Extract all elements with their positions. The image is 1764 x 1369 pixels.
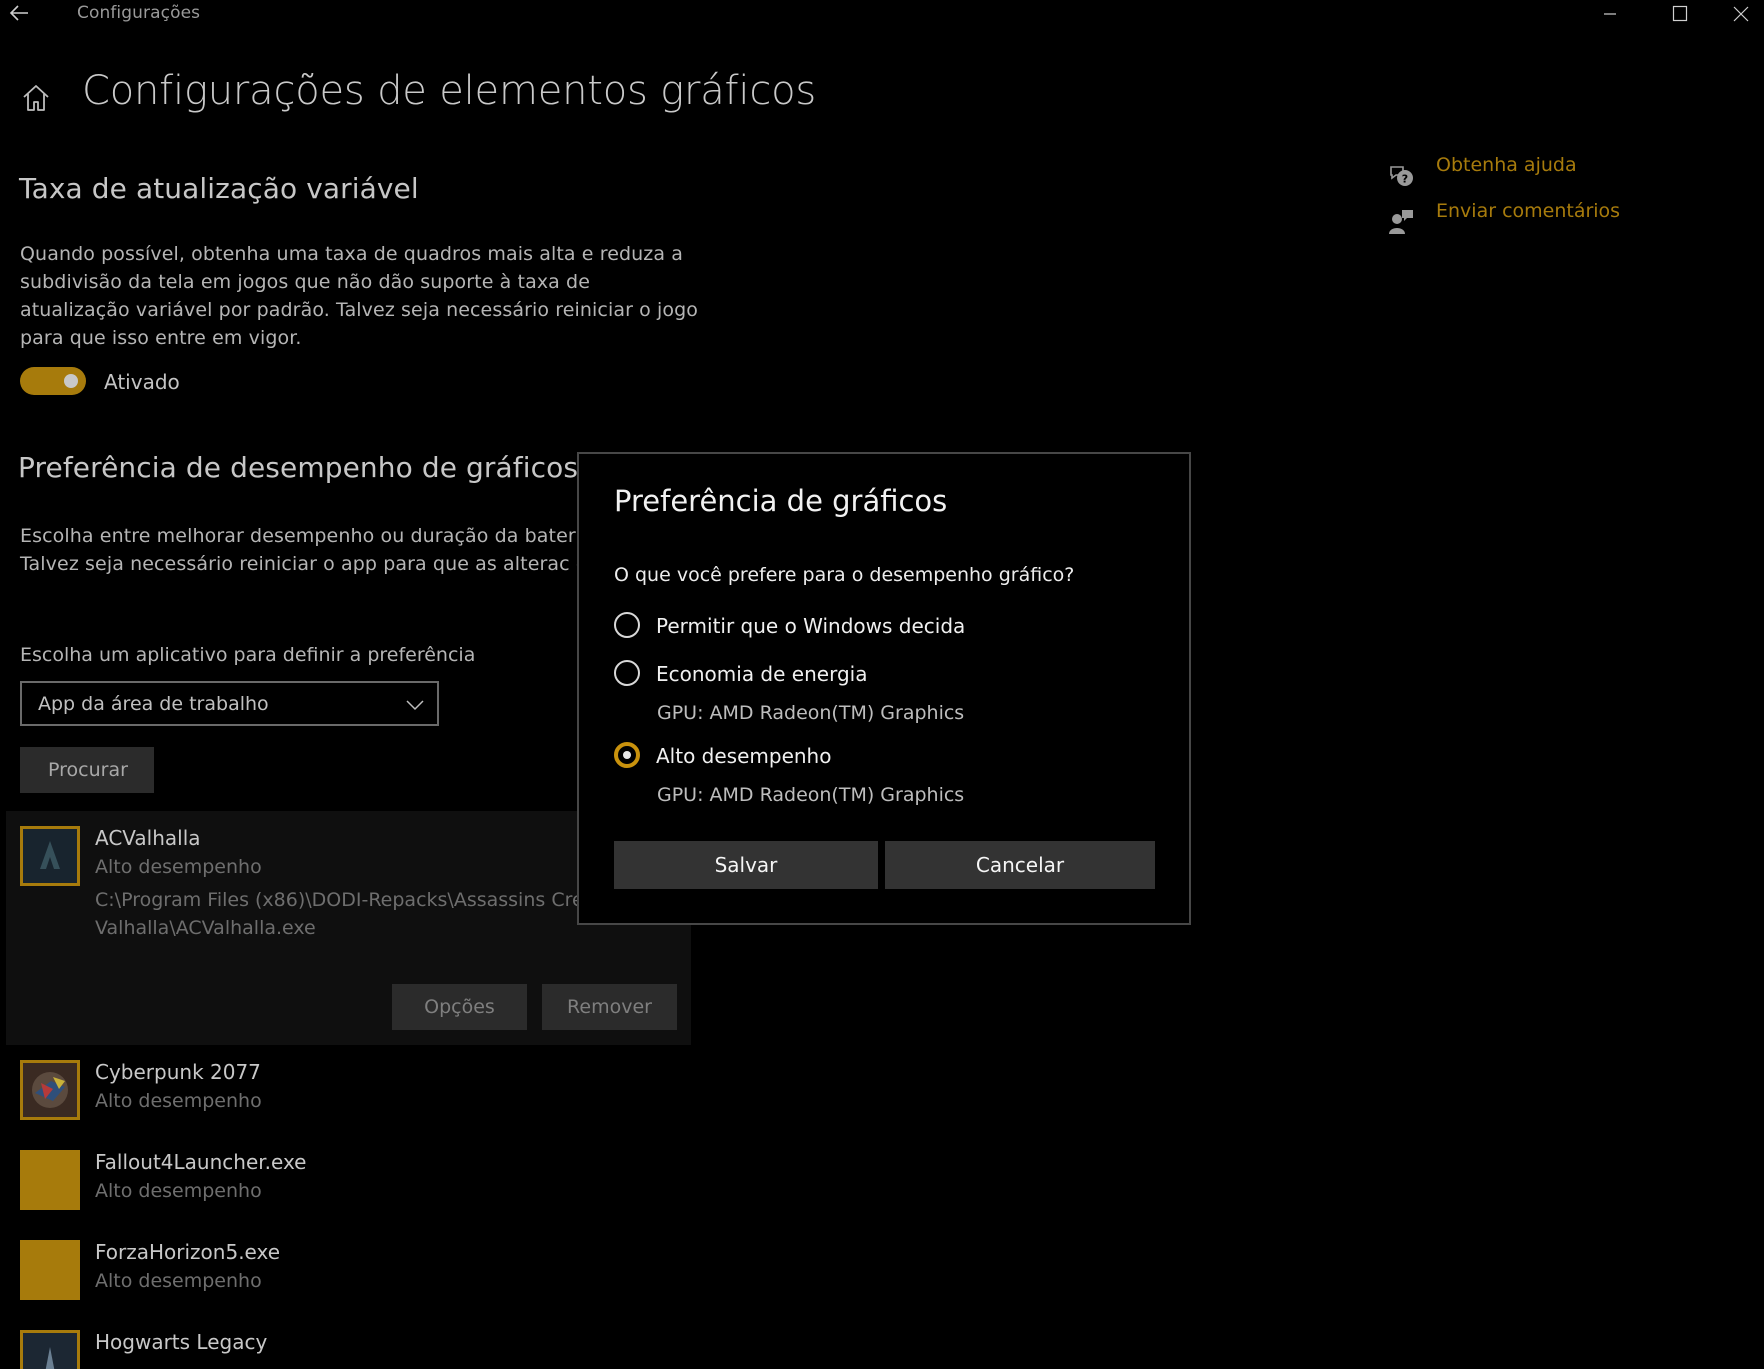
options-button[interactable]: Opções — [392, 984, 527, 1030]
dropdown-value: App da área de trabalho — [38, 693, 269, 715]
forzahorizon5-app-icon — [20, 1240, 80, 1300]
remove-button[interactable]: Remover — [542, 984, 677, 1030]
close-icon — [1733, 6, 1749, 22]
vrr-toggle[interactable] — [20, 367, 86, 395]
app-list-item-fallout4[interactable]: Fallout4Launcher.exe Alto desempenho — [20, 1150, 720, 1215]
radio-power-saving[interactable] — [614, 660, 640, 686]
perf-section-title: Preferência de desempenho de gráficos — [18, 451, 579, 484]
graphics-preference-dialog: Preferência de gráficos O que você prefe… — [577, 452, 1191, 925]
title-bar: Configurações — [0, 0, 1764, 32]
radio-windows-decide-label: Permitir que o Windows decida — [656, 614, 966, 638]
cyberpunk-logo-icon — [23, 1063, 77, 1117]
maximize-button[interactable] — [1650, 0, 1710, 30]
assassins-logo-icon — [23, 829, 77, 883]
radio-high-performance[interactable] — [614, 742, 640, 768]
page-title: Configurações de elementos gráficos — [82, 68, 817, 114]
dialog-question: O que você prefere para o desempenho grá… — [614, 564, 1075, 586]
vrr-description: Quando possível, obtenha uma taxa de qua… — [20, 243, 698, 349]
maximize-icon — [1672, 5, 1688, 22]
high-performance-gpu-label: GPU: AMD Radeon(TM) Graphics — [657, 784, 965, 806]
cyberpunk-app-icon — [20, 1060, 80, 1120]
app-name: Hogwarts Legacy — [95, 1330, 268, 1354]
app-type-dropdown[interactable]: App da área de trabalho — [20, 681, 439, 726]
radio-windows-decide[interactable] — [614, 612, 640, 638]
acvalhalla-app-icon — [20, 826, 80, 886]
minimize-button[interactable] — [1580, 0, 1640, 30]
minimize-icon — [1604, 13, 1616, 15]
settings-window: Configurações Configurações de elementos… — [0, 0, 1764, 1369]
close-button[interactable] — [1716, 0, 1764, 30]
fallout4-app-icon — [20, 1150, 80, 1210]
radio-high-performance-label: Alto desempenho — [656, 744, 832, 768]
app-preference: Alto desempenho — [95, 1180, 262, 1202]
app-path: C:\Program Files (x86)\DODI-Repacks\Assa… — [95, 889, 596, 939]
toggle-knob — [64, 374, 78, 388]
cancel-button[interactable]: Cancelar — [885, 841, 1155, 889]
browse-button-label: Procurar — [48, 759, 128, 781]
browse-button[interactable]: Procurar — [20, 747, 154, 793]
window-title: Configurações — [77, 3, 201, 23]
options-button-label: Opções — [424, 996, 495, 1018]
app-picker-label: Escolha um aplicativo para definir a pre… — [20, 644, 476, 666]
app-preference: Alto desempenho — [95, 1090, 262, 1112]
get-help-label: Obtenha ajuda — [1436, 154, 1577, 176]
back-arrow-icon — [9, 5, 28, 21]
radio-power-saving-label: Economia de energia — [656, 662, 868, 686]
send-feedback-label: Enviar comentários — [1436, 200, 1621, 222]
cancel-button-label: Cancelar — [975, 853, 1065, 877]
vrr-toggle-label: Ativado — [104, 370, 180, 394]
vrr-section-title: Taxa de atualização variável — [19, 172, 419, 205]
hogwarts-logo-icon — [23, 1333, 77, 1369]
app-list-item-hogwarts[interactable]: Hogwarts Legacy — [20, 1330, 720, 1369]
help-chat-icon: ? — [1390, 166, 1413, 186]
app-name: ForzaHorizon5.exe — [95, 1240, 281, 1264]
app-name: ACValhalla — [95, 826, 201, 850]
remove-button-label: Remover — [567, 996, 652, 1018]
dialog-title: Preferência de gráficos — [614, 484, 948, 518]
app-name: Fallout4Launcher.exe — [95, 1150, 307, 1174]
app-name: Cyberpunk 2077 — [95, 1060, 261, 1084]
app-preference: Alto desempenho — [95, 1270, 262, 1292]
app-list-item-forzahorizon5[interactable]: ForzaHorizon5.exe Alto desempenho — [20, 1240, 720, 1305]
save-button[interactable]: Salvar — [614, 841, 878, 889]
power-saving-gpu-label: GPU: AMD Radeon(TM) Graphics — [657, 702, 965, 724]
chevron-down-icon — [406, 700, 424, 711]
hogwarts-app-icon — [20, 1330, 80, 1369]
app-list-item-cyberpunk[interactable]: Cyberpunk 2077 Alto desempenho — [20, 1060, 720, 1125]
home-icon — [23, 85, 49, 111]
back-button[interactable] — [8, 0, 32, 28]
app-preference: Alto desempenho — [95, 856, 262, 878]
save-button-label: Salvar — [714, 853, 778, 877]
home-button[interactable] — [20, 82, 52, 114]
svg-text:?: ? — [1402, 173, 1408, 186]
feedback-person-icon — [1389, 210, 1413, 234]
